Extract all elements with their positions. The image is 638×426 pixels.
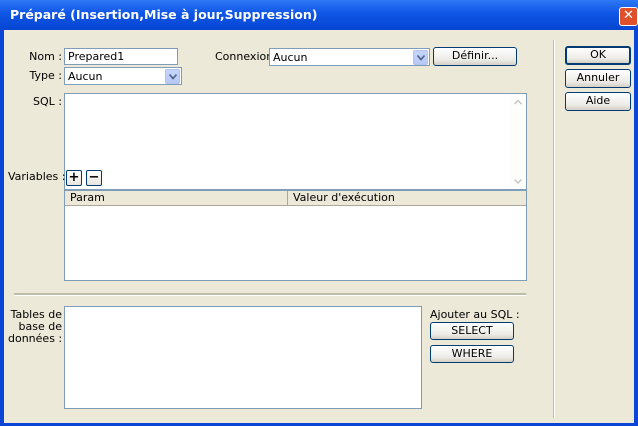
select-button[interactable]: SELECT [430,322,514,340]
type-select-value: Aucun [68,70,103,83]
connexion-select-value: Aucun [273,51,308,64]
minus-icon: − [88,170,100,185]
close-icon: ✕ [623,8,634,23]
scroll-down-icon[interactable] [510,173,526,189]
chevron-down-icon[interactable] [165,69,180,84]
type-select[interactable]: Aucun [64,67,182,85]
ok-button[interactable]: OK [565,46,631,65]
variables-table-header: Param Valeur d'exécution [65,191,526,206]
column-header-param[interactable]: Param [65,191,288,205]
column-header-valeur[interactable]: Valeur d'exécution [288,191,526,205]
side-separator [553,40,555,418]
sql-label: SQL : [33,95,62,108]
add-variable-button[interactable]: + [66,170,82,186]
help-button[interactable]: Aide [565,92,631,111]
type-label: Type : [29,69,62,82]
sql-scrollbar[interactable] [510,94,526,189]
database-tables-tree[interactable] [64,306,422,409]
plus-icon: + [68,170,80,185]
cancel-button[interactable]: Annuler [565,69,631,88]
nom-label: Nom : [29,50,62,63]
add-to-sql-label: Ajouter au SQL : [430,308,520,321]
variables-table[interactable]: Param Valeur d'exécution [64,190,527,281]
variables-label: Variables : [8,170,66,183]
title-bar[interactable]: Préparé (Insertion,Mise à jour,Suppressi… [0,0,638,30]
scroll-up-icon[interactable] [510,94,526,110]
window-title: Préparé (Insertion,Mise à jour,Suppressi… [10,7,318,22]
close-button[interactable]: ✕ [619,7,638,26]
dialog-window: Préparé (Insertion,Mise à jour,Suppressi… [0,0,638,426]
tables-label-line3: données : [8,332,63,345]
where-button[interactable]: WHERE [430,345,514,363]
definir-button[interactable]: Définir... [433,47,517,66]
connexion-select[interactable]: Aucun [269,48,430,66]
sql-textarea[interactable] [64,93,527,190]
nom-input[interactable]: Prepared1 [64,48,178,65]
chevron-down-icon[interactable] [413,50,428,65]
section-divider [14,293,526,296]
remove-variable-button[interactable]: − [86,170,102,186]
dialog-body: Nom : Prepared1 Type : Aucun Connexion :… [4,30,634,423]
